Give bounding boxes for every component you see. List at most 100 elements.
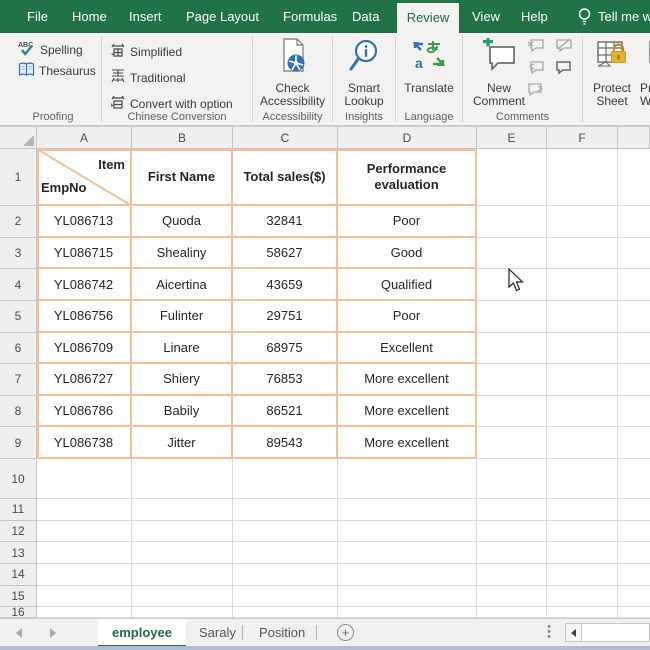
tab-data[interactable]: Data xyxy=(352,0,379,33)
column-header-partial[interactable] xyxy=(618,127,650,149)
tab-file[interactable]: File xyxy=(27,0,48,33)
row-header-10[interactable]: 10 xyxy=(0,459,37,499)
cell-c16[interactable] xyxy=(233,607,338,618)
tab-home[interactable]: Home xyxy=(72,0,107,33)
cell-b15[interactable] xyxy=(132,586,233,608)
cell-b12[interactable] xyxy=(132,521,233,543)
cell-a8[interactable]: YL086786 xyxy=(37,396,132,428)
header-cell-b1[interactable]: First Name xyxy=(132,149,233,206)
cell-g12[interactable] xyxy=(618,521,650,543)
cell-c14[interactable] xyxy=(233,564,338,586)
cell-a2[interactable]: YL086713 xyxy=(37,206,132,238)
simplified-button[interactable]: Simplified xyxy=(110,42,182,61)
cell-g16[interactable] xyxy=(618,607,650,618)
row-header-4[interactable]: 4 xyxy=(0,269,37,301)
tab-formulas[interactable]: Formulas xyxy=(283,0,337,33)
tab-page-layout[interactable]: Page Layout xyxy=(186,0,259,33)
row-header-13[interactable]: 13 xyxy=(0,542,37,564)
cell-e13[interactable] xyxy=(477,542,547,564)
cell-d4[interactable]: Qualified xyxy=(338,269,477,301)
header-cell-c1[interactable]: Total sales($) xyxy=(233,149,338,206)
thesaurus-button[interactable]: Thesaurus xyxy=(18,62,96,80)
cell-d14[interactable] xyxy=(338,564,477,586)
row-header-14[interactable]: 14 xyxy=(0,564,37,586)
cell-b2[interactable]: Quoda xyxy=(132,206,233,238)
show-comments-icon[interactable] xyxy=(555,60,573,75)
row-header-11[interactable]: 11 xyxy=(0,499,37,521)
cell-a1-item-empno[interactable]: ItemEmpNo xyxy=(37,149,132,206)
cell-d12[interactable] xyxy=(338,521,477,543)
delete-comment-icon[interactable] xyxy=(527,38,545,53)
cell-g14[interactable] xyxy=(618,564,650,586)
cell-b14[interactable] xyxy=(132,564,233,586)
column-header-a[interactable]: A xyxy=(37,127,132,149)
cell-d2[interactable]: Poor xyxy=(338,206,477,238)
cell-b13[interactable] xyxy=(132,542,233,564)
cell-c9[interactable]: 89543 xyxy=(233,427,338,459)
cell-a10[interactable] xyxy=(37,459,132,499)
column-header-e[interactable]: E xyxy=(477,127,547,149)
column-header-b[interactable]: B xyxy=(132,127,233,149)
cell-f16[interactable] xyxy=(547,607,618,618)
add-sheet-button[interactable]: + xyxy=(337,624,354,641)
cell-b3[interactable]: Shealiny xyxy=(132,238,233,270)
cell-b4[interactable]: Aicertina xyxy=(132,269,233,301)
cell-f8[interactable] xyxy=(547,396,618,428)
next-comment-icon[interactable] xyxy=(527,82,545,97)
cell-c6[interactable]: 68975 xyxy=(233,333,338,365)
cell-d13[interactable] xyxy=(338,542,477,564)
row-header-12[interactable]: 12 xyxy=(0,521,37,543)
cell-g9[interactable] xyxy=(618,427,650,459)
tab-view[interactable]: View xyxy=(472,0,500,33)
cell-g2[interactable] xyxy=(618,206,650,238)
cell-c5[interactable]: 29751 xyxy=(233,301,338,333)
row-header-15[interactable]: 15 xyxy=(0,586,37,608)
cell-b11[interactable] xyxy=(132,499,233,521)
cell-a3[interactable]: YL086715 xyxy=(37,238,132,270)
cell-c12[interactable] xyxy=(233,521,338,543)
check-accessibility-button[interactable]: Check Accessibility xyxy=(253,36,332,108)
cell-e11[interactable] xyxy=(477,499,547,521)
cell-e5[interactable] xyxy=(477,301,547,333)
cell-a6[interactable]: YL086709 xyxy=(37,333,132,365)
cell-a13[interactable] xyxy=(37,542,132,564)
cell-f6[interactable] xyxy=(547,333,618,365)
cell-e14[interactable] xyxy=(477,564,547,586)
row-header-6[interactable]: 6 xyxy=(0,333,37,365)
cell-b7[interactable]: Shiery xyxy=(132,364,233,396)
cell-g8[interactable] xyxy=(618,396,650,428)
column-header-f[interactable]: F xyxy=(547,127,618,149)
horizontal-scrollbar[interactable] xyxy=(582,623,650,642)
cell-g4[interactable] xyxy=(618,269,650,301)
translate-button[interactable]: a Translate xyxy=(396,36,462,95)
row-header-3[interactable]: 3 xyxy=(0,238,37,270)
cell-d15[interactable] xyxy=(338,586,477,608)
cell-a14[interactable] xyxy=(37,564,132,586)
cell-e10[interactable] xyxy=(477,459,547,499)
cell-d7[interactable]: More excellent xyxy=(338,364,477,396)
cell-f12[interactable] xyxy=(547,521,618,543)
cell-d8[interactable]: More excellent xyxy=(338,396,477,428)
cell-f15[interactable] xyxy=(547,586,618,608)
cell-d11[interactable] xyxy=(338,499,477,521)
cell-c8[interactable]: 86521 xyxy=(233,396,338,428)
cell-e8[interactable] xyxy=(477,396,547,428)
cell-e3[interactable] xyxy=(477,238,547,270)
sheet-nav-previous-icon[interactable] xyxy=(16,628,22,638)
sheet-tab-saraly[interactable]: Saraly xyxy=(185,619,250,647)
cell-d6[interactable]: Excellent xyxy=(338,333,477,365)
traditional-button[interactable]: Traditional xyxy=(110,68,186,87)
cell-e1[interactable] xyxy=(477,149,547,206)
sheet-tab-employee[interactable]: employee xyxy=(98,619,186,647)
sheet-nav-next-icon[interactable] xyxy=(50,628,56,638)
row-header-5[interactable]: 5 xyxy=(0,301,37,333)
cell-f1[interactable] xyxy=(547,149,618,206)
cell-e9[interactable] xyxy=(477,427,547,459)
cell-a7[interactable]: YL086727 xyxy=(37,364,132,396)
tab-bar-resize-handle[interactable]: ••• xyxy=(546,625,552,640)
cell-c11[interactable] xyxy=(233,499,338,521)
row-header-7[interactable]: 7 xyxy=(0,364,37,396)
cell-a9[interactable]: YL086738 xyxy=(37,427,132,459)
cell-b10[interactable] xyxy=(132,459,233,499)
cell-f5[interactable] xyxy=(547,301,618,333)
